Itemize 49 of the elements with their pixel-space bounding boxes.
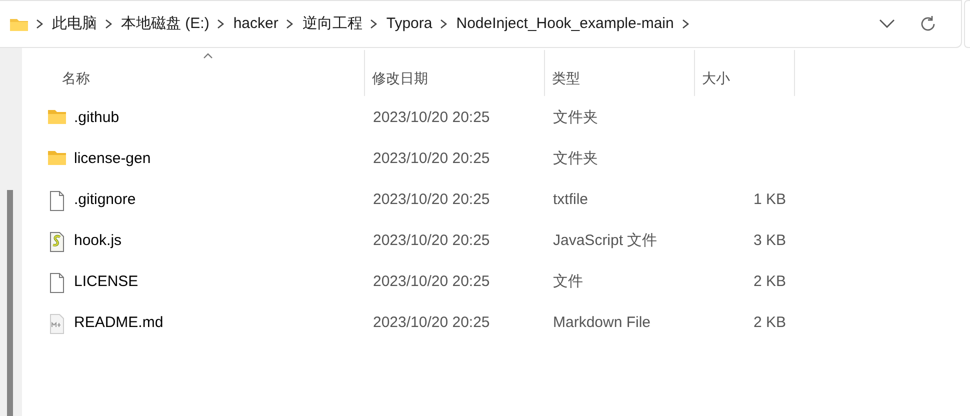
- modified-date: 2023/10/20 20:25: [373, 232, 490, 250]
- breadcrumb-item[interactable]: NodeInject_Hook_example-main: [450, 12, 680, 36]
- address-bar[interactable]: 此电脑 本地磁盘 (E:) hacker 逆向工程 Typora NodeInject_Hook_example-main: [0, 0, 962, 48]
- file-icon: [48, 190, 66, 210]
- markdown-file-icon: [48, 314, 66, 334]
- breadcrumb-item[interactable]: 本地磁盘 (E:): [115, 12, 216, 36]
- modified-date: 2023/10/20 20:25: [373, 191, 490, 208]
- modified-date: 2023/10/20 20:25: [373, 150, 490, 168]
- folder-icon: [10, 17, 28, 31]
- file-size: 1 KB: [753, 191, 786, 208]
- modified-date: 2023/10/20 20:25: [373, 273, 490, 290]
- modified-date: 2023/10/20 20:25: [373, 314, 490, 332]
- file-name[interactable]: README.md: [74, 312, 164, 335]
- file-type: JavaScript 文件: [553, 232, 658, 250]
- chevron-icon[interactable]: [682, 19, 690, 29]
- file-name[interactable]: .github: [74, 107, 120, 130]
- chevron-icon[interactable]: [105, 19, 113, 29]
- dropdown-icon[interactable]: [879, 19, 895, 29]
- file-type: 文件夹: [553, 150, 598, 168]
- scrollbar-thumb[interactable]: [7, 190, 13, 416]
- file-name[interactable]: hook.js: [74, 230, 122, 253]
- sort-icon: [203, 53, 214, 59]
- file-size: 3 KB: [753, 232, 786, 250]
- chevron-icon[interactable]: [217, 19, 226, 29]
- file-type: 文件夹: [553, 109, 598, 126]
- chevron-icon[interactable]: [286, 19, 294, 29]
- refresh-icon[interactable]: [919, 15, 937, 33]
- file-icon: [48, 272, 66, 292]
- breadcrumb-item[interactable]: Typora: [380, 12, 438, 36]
- column-header[interactable]: 大小: [695, 50, 795, 96]
- column-header[interactable]: 名称: [22, 50, 365, 96]
- column-header[interactable]: 类型: [545, 50, 695, 96]
- file-name[interactable]: LICENSE: [74, 271, 138, 294]
- breadcrumb-item[interactable]: 此电脑: [46, 12, 103, 36]
- breadcrumb-item[interactable]: 逆向工程: [296, 12, 368, 36]
- file-type: Markdown File: [553, 314, 651, 332]
- chevron-icon[interactable]: [440, 19, 448, 29]
- file-size: 2 KB: [753, 273, 786, 290]
- modified-date: 2023/10/20 20:25: [373, 109, 490, 126]
- file-type: txtfile: [553, 191, 588, 208]
- chevron-icon[interactable]: [36, 19, 44, 29]
- column-header[interactable]: 修改日期: [365, 50, 545, 96]
- file-size: 2 KB: [753, 314, 786, 332]
- file-type: 文件: [553, 273, 583, 290]
- chevron-icon[interactable]: [370, 19, 378, 29]
- file-name[interactable]: license-gen: [74, 148, 151, 171]
- breadcrumb-item[interactable]: hacker: [227, 12, 284, 36]
- file-name[interactable]: .gitignore: [74, 189, 136, 212]
- script-file-icon: [48, 232, 66, 252]
